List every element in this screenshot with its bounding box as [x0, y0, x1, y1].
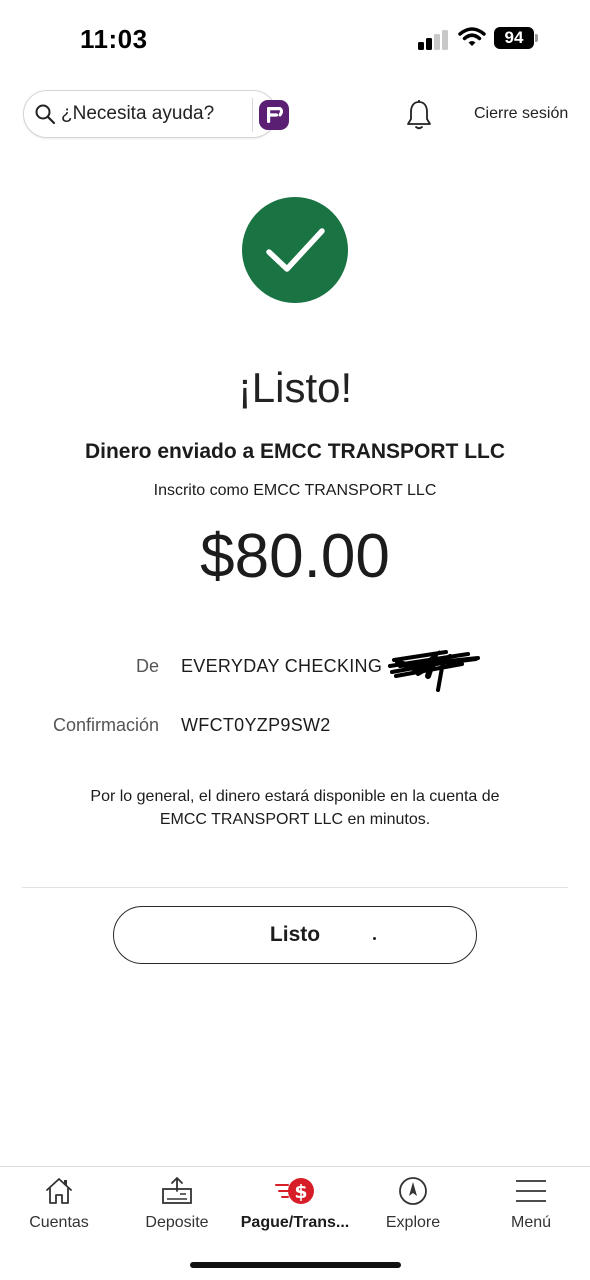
enrolled-as-text: Inscrito como EMCC TRANSPORT LLC: [153, 482, 437, 499]
status-bar: 11:03 94: [0, 0, 590, 80]
home-indicator[interactable]: [190, 1262, 401, 1268]
nav-label: Pague/Trans...: [240, 1214, 350, 1231]
divider: [22, 887, 568, 888]
logout-link[interactable]: Cierre sesión: [474, 105, 568, 123]
signal-icon: [418, 28, 450, 50]
stray-dot: [373, 937, 376, 940]
confirmation-label: Confirmación: [52, 715, 159, 735]
nav-item-cuentas[interactable]: Cuentas: [0, 1167, 118, 1247]
recipient-heading: Dinero enviado a EMCC TRANSPORT LLC: [84, 440, 506, 463]
svg-text:$: $: [294, 1181, 307, 1203]
nav-label: Explore: [385, 1214, 441, 1231]
wifi-icon: [458, 27, 486, 46]
availability-note: Por lo general, el dinero estará disponi…: [90, 788, 500, 828]
home-icon: [46, 1178, 72, 1204]
from-label: De: [135, 656, 159, 676]
nav-label: Deposite: [145, 1214, 209, 1231]
deposit-icon: [162, 1177, 192, 1204]
done-button[interactable]: Listo: [113, 906, 477, 964]
nav-item-explore[interactable]: Explore: [354, 1167, 472, 1247]
battery-icon: 94: [494, 27, 534, 49]
check-mark-icon: [266, 228, 325, 272]
pay-transfer-icon: $: [275, 1178, 314, 1204]
search-icon: [35, 104, 56, 125]
battery-cap: [535, 34, 538, 42]
status-time: 11:03: [80, 24, 148, 54]
success-check-icon: [242, 197, 348, 303]
bell-icon[interactable]: [405, 99, 433, 131]
nav-item-deposite[interactable]: Deposite: [118, 1167, 236, 1247]
confirmation-title: ¡Listo!: [237, 364, 353, 411]
menu-icon: [516, 1180, 546, 1202]
nav-item-menu[interactable]: Menú: [472, 1167, 590, 1247]
fargo-assistant-icon[interactable]: [258, 99, 290, 131]
redaction-scribble: [388, 649, 480, 692]
help-search-bar[interactable]: ¿Necesita ayuda?: [23, 90, 289, 138]
from-account: EVERYDAY CHECKING: [181, 656, 383, 676]
nav-item-pague-trans[interactable]: $ Pague/Trans...: [236, 1167, 354, 1247]
confirmation-number: WFCT0YZP9SW2: [181, 715, 331, 735]
help-divider: [252, 98, 253, 132]
compass-icon: [399, 1177, 427, 1205]
help-placeholder: ¿Necesita ayuda?: [61, 103, 215, 124]
nav-label: Cuentas: [29, 1214, 89, 1231]
nav-label: Menú: [510, 1214, 552, 1231]
transfer-amount: $80.00: [200, 522, 390, 591]
